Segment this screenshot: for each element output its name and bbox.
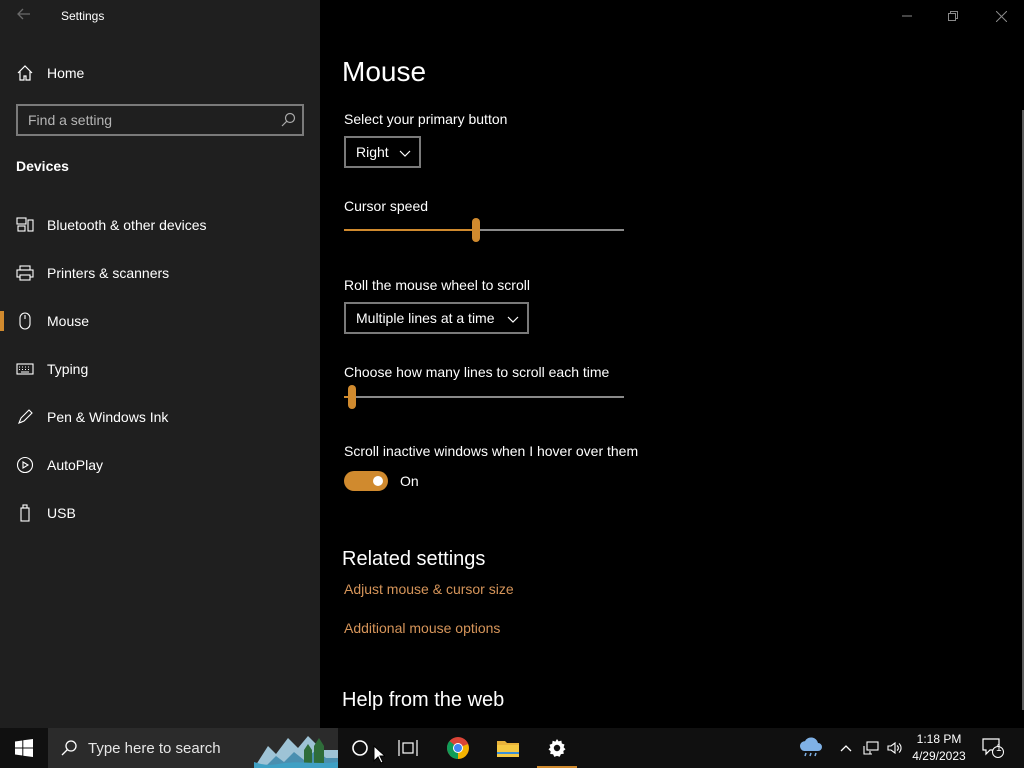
close-icon [995,10,1007,22]
app-title: Settings [61,9,105,23]
cursor-speed-label: Cursor speed [344,198,429,214]
file-explorer-taskbar-button[interactable] [484,728,532,768]
printer-icon [16,265,34,281]
sidebar-item-label: Printers & scanners [47,265,170,281]
notification-count-badge: 1 [996,743,1002,754]
scroll-mode-value: Multiple lines at a time [356,310,495,326]
find-setting-search[interactable] [16,104,304,136]
related-settings-title: Related settings [342,548,486,570]
additional-mouse-options-link[interactable]: Additional mouse options [344,620,500,636]
show-hidden-icons-button[interactable] [836,728,856,768]
chevron-down-icon [507,316,519,323]
taskbar: Type here to search 1:18 PM 4/29/2023 1 [0,728,1024,768]
minimize-button[interactable] [884,0,930,32]
toggle-state-text: On [400,473,419,489]
close-button[interactable] [978,0,1024,32]
sidebar-item-pen[interactable]: Pen & Windows Ink [0,397,320,437]
action-center-button[interactable]: 1 [978,728,1008,768]
search-icon[interactable] [280,112,296,128]
sidebar-item-usb[interactable]: USB [0,493,320,533]
sidebar-item-label: Pen & Windows Ink [47,409,169,425]
home-icon [17,65,33,81]
bluetooth-devices-icon [16,217,34,232]
scroll-lines-label: Choose how many lines to scroll each tim… [344,364,610,380]
gear-icon [548,739,566,757]
adjust-cursor-size-link[interactable]: Adjust mouse & cursor size [344,581,514,597]
mouse-settings-panel: Mouse Select your primary button Right C… [320,0,1024,728]
autoplay-icon [16,456,34,474]
chrome-icon [447,737,469,759]
task-view-button[interactable] [384,728,432,768]
primary-button-value: Right [356,144,389,160]
find-setting-input[interactable] [28,111,268,129]
taskbar-search-placeholder: Type here to search [88,740,221,757]
mouse-pointer-icon [373,745,385,764]
pen-icon [18,409,33,424]
cloud-rain-icon [799,737,822,757]
settings-taskbar-button[interactable] [533,728,581,768]
primary-button-dropdown[interactable]: Right [344,136,421,168]
mouse-icon [19,312,31,330]
restore-icon [948,11,958,21]
usb-icon [20,504,30,522]
volume-tray-button[interactable] [884,728,906,768]
home-label: Home [47,65,85,81]
sidebar-item-typing[interactable]: Typing [0,349,320,389]
sidebar-item-label: USB [47,505,76,521]
sidebar-item-autoplay[interactable]: AutoPlay [0,445,320,485]
sidebar-item-printers[interactable]: Printers & scanners [0,253,320,293]
sidebar-item-label: AutoPlay [47,457,104,473]
page-title: Mouse [342,56,427,87]
title-bar: Settings [0,0,320,32]
window-controls [884,0,1024,32]
slider-thumb[interactable] [471,218,480,242]
scroll-lines-slider[interactable] [344,385,624,409]
primary-button-label: Select your primary button [344,111,508,127]
toggle-knob [373,476,383,486]
home-nav-item[interactable]: Home [0,57,320,89]
back-arrow-icon [17,8,30,20]
cursor-speed-slider[interactable] [344,218,624,242]
taskbar-search-box[interactable]: Type here to search [48,728,338,768]
keyboard-icon [16,363,34,375]
settings-sidebar: Settings Home Devices Bluetooth & other … [0,0,320,728]
search-highlight-illustration-icon [254,736,338,768]
back-button[interactable] [12,6,36,26]
sidebar-item-label: Typing [47,361,89,377]
network-tray-button[interactable] [860,728,882,768]
inactive-scroll-label: Scroll inactive windows when I hover ove… [344,443,639,459]
minimize-icon [902,15,912,17]
network-icon [863,741,879,755]
chrome-taskbar-button[interactable] [434,728,482,768]
clock-time: 1:18 PM [916,732,962,746]
start-button[interactable] [0,728,48,768]
sidebar-item-label: Mouse [47,313,90,329]
speaker-icon [887,741,902,755]
slider-track [344,396,624,398]
sidebar-item-label: Bluetooth & other devices [47,217,207,233]
search-icon [61,740,77,756]
windows-logo-icon [15,739,33,757]
inactive-scroll-toggle[interactable] [344,471,388,491]
sidebar-item-mouse[interactable]: Mouse [0,301,320,341]
scroll-mode-dropdown[interactable]: Multiple lines at a time [344,302,529,334]
section-title: Devices [16,158,69,174]
scroll-mode-label: Roll the mouse wheel to scroll [344,277,530,293]
clock-date: 4/29/2023 [912,749,966,763]
chevron-up-icon [840,745,852,752]
sidebar-item-bluetooth[interactable]: Bluetooth & other devices [0,205,320,245]
weather-tray[interactable] [796,728,826,768]
help-web-title: Help from the web [342,689,505,711]
folder-icon [497,741,519,757]
task-view-icon [398,740,418,756]
cortana-circle-icon [352,740,368,756]
chevron-down-icon [399,150,411,157]
slider-thumb[interactable] [348,385,357,409]
restore-button[interactable] [930,0,976,32]
slider-fill [344,229,476,231]
clock[interactable]: 1:18 PM 4/29/2023 [906,731,972,765]
